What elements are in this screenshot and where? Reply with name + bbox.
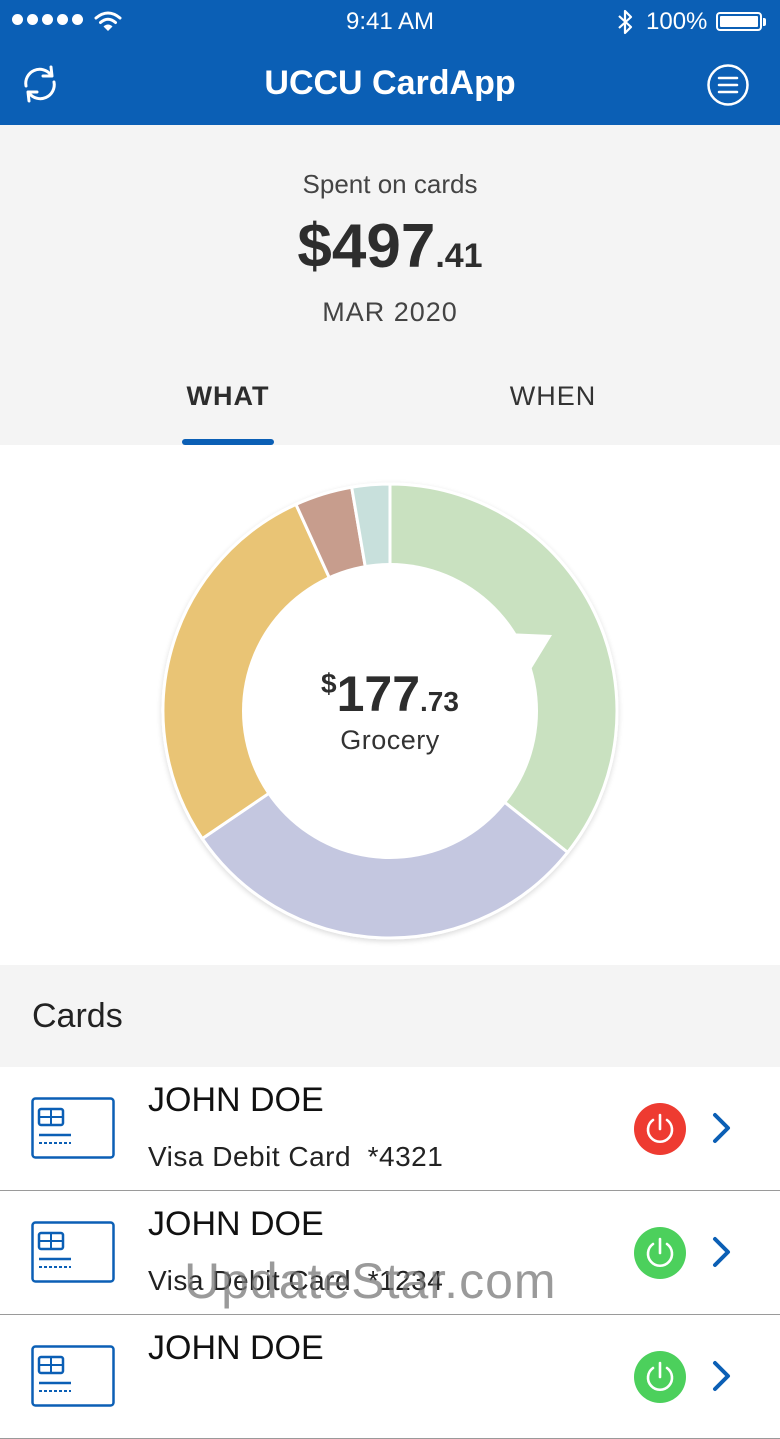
cardholder-name: JOHN DOE [148, 1205, 324, 1243]
card-description: Visa Debit Card *1234 [148, 1265, 443, 1297]
selected-category-amount: $177.73 [240, 665, 540, 723]
power-icon [646, 1113, 674, 1143]
credit-card-icon [31, 1097, 115, 1159]
app-title: UCCU CardApp [264, 64, 516, 102]
chevron-right-icon[interactable] [710, 1235, 734, 1269]
card-number: *1234 [367, 1265, 444, 1296]
card-row[interactable]: JOHN DOE Visa Debit Card *1234 [0, 1191, 780, 1315]
summary-label: Spent on cards [302, 169, 478, 199]
card-row[interactable]: JOHN DOE [0, 1315, 780, 1439]
total-spent-amount: $497.41 [0, 211, 780, 282]
cards-heading: Cards [32, 997, 123, 1035]
cardholder-name: JOHN DOE [148, 1329, 324, 1367]
spending-summary: Spent on cards $497.41 MAR 2020 WHAT WHE… [0, 125, 780, 445]
battery-percent: 100% [646, 8, 708, 35]
selected-category-name: Grocery [340, 725, 440, 755]
nav-bar: UCCU CardApp [0, 44, 780, 125]
card-row[interactable]: JOHN DOE Visa Debit Card *4321 [0, 1067, 780, 1191]
status-bar: 9:41 AM 100% [0, 0, 780, 44]
cardholder-name: JOHN DOE [148, 1081, 324, 1119]
chevron-right-icon[interactable] [710, 1111, 734, 1145]
card-power-toggle[interactable] [634, 1351, 686, 1403]
card-power-toggle[interactable] [634, 1103, 686, 1155]
cards-section-header: Cards [0, 965, 780, 1067]
menu-icon[interactable] [706, 63, 750, 107]
period-label[interactable]: MAR 2020 [0, 297, 780, 328]
tab-when[interactable]: WHEN [508, 381, 598, 412]
bluetooth-icon [618, 9, 633, 35]
battery-icon [716, 12, 766, 31]
card-type: Visa Debit Card [148, 1141, 352, 1172]
donut-center-label: $177.73 Grocery [240, 665, 540, 756]
selected-currency: $ [321, 668, 337, 699]
total-spent-whole: $497 [297, 212, 436, 281]
selected-amount-whole: 177 [336, 666, 421, 722]
credit-card-icon [31, 1345, 115, 1407]
card-power-toggle[interactable] [634, 1227, 686, 1279]
tab-what[interactable]: WHAT [182, 381, 274, 412]
card-description [148, 1389, 165, 1421]
selected-amount-cents: .73 [420, 686, 459, 717]
power-icon [646, 1237, 674, 1267]
credit-card-icon [31, 1221, 115, 1283]
card-number: *4321 [367, 1141, 444, 1172]
power-icon [646, 1361, 674, 1391]
total-spent-cents: .41 [435, 237, 483, 275]
card-description: Visa Debit Card *4321 [148, 1141, 443, 1173]
card-type: Visa Debit Card [148, 1265, 352, 1296]
spending-donut-chart: $177.73 Grocery [0, 445, 780, 965]
chevron-right-icon[interactable] [710, 1359, 734, 1393]
